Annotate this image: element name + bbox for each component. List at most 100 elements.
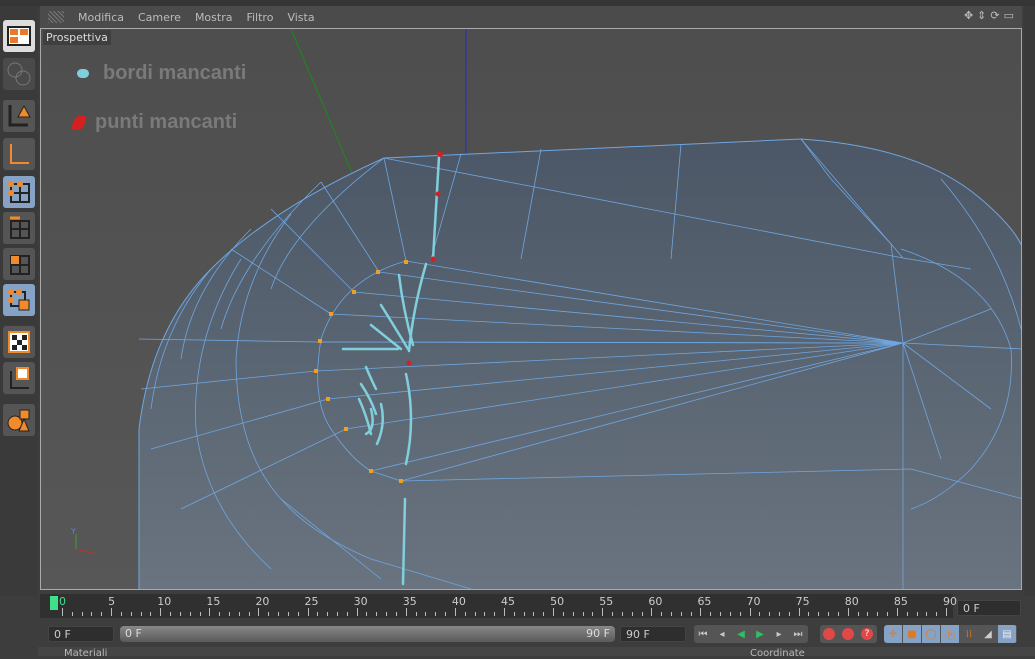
polygons-mode-icon[interactable] bbox=[3, 248, 35, 280]
end-frame-field[interactable]: 90 F bbox=[620, 626, 686, 642]
axis-mode-icon[interactable] bbox=[3, 138, 35, 170]
svg-text:Y: Y bbox=[70, 527, 76, 536]
timeline-tick-label: 70 bbox=[746, 595, 761, 608]
timeline-tick bbox=[906, 612, 908, 616]
timeline-tick-label: 0 bbox=[59, 595, 66, 608]
animation-options-icon[interactable]: ◢ bbox=[979, 625, 998, 643]
timeline-tick bbox=[543, 612, 545, 616]
legend-label: punti mancanti bbox=[95, 111, 238, 133]
timeline-tick bbox=[887, 612, 889, 616]
uv-points-mode-icon[interactable] bbox=[3, 284, 35, 316]
current-frame-field[interactable]: 0 F bbox=[957, 600, 1021, 616]
menu-camere[interactable]: Camere bbox=[138, 11, 181, 24]
timeline-tick bbox=[680, 612, 682, 616]
points-mode-icon[interactable] bbox=[3, 176, 35, 208]
maximize-view-icon[interactable]: ▭ bbox=[1004, 9, 1014, 22]
keyframe-selection-icon[interactable]: ? bbox=[858, 625, 877, 643]
timeline-tick bbox=[278, 612, 280, 616]
edges-mode-icon[interactable] bbox=[3, 212, 35, 244]
timeline-tick bbox=[425, 612, 427, 616]
timeline-tick-label: 75 bbox=[795, 595, 810, 608]
texture-axis-mode-icon[interactable] bbox=[3, 362, 35, 394]
timeline-tick-label: 80 bbox=[844, 595, 859, 608]
menu-mostra[interactable]: Mostra bbox=[195, 11, 233, 24]
perspective-viewport[interactable]: Y Prospettiva bordi mancanti punti manca… bbox=[40, 28, 1022, 590]
timeline-tick bbox=[562, 612, 564, 616]
timeline-tick bbox=[199, 612, 201, 616]
timeline-ruler[interactable]: 0 5 10 15 20 25 30 35 40 45 50 55 60 65 70 75 80 85 90 bbox=[40, 594, 957, 618]
scheme-icon[interactable]: ▤ bbox=[998, 625, 1017, 643]
start-frame-field[interactable]: 0 F bbox=[48, 626, 114, 642]
timeline-tick-label: 5 bbox=[108, 595, 116, 608]
timeline-tick bbox=[828, 612, 830, 616]
frame-range-slider[interactable]: 0 F 90 F bbox=[120, 626, 615, 642]
timeline-tick bbox=[356, 608, 358, 616]
parameter-key-icon[interactable]: Ⓟ bbox=[941, 625, 960, 643]
timeline-tick bbox=[71, 612, 73, 616]
object-mode-icon[interactable] bbox=[3, 100, 35, 132]
timeline-tick-label: 15 bbox=[206, 595, 221, 608]
timeline-tick bbox=[405, 608, 407, 616]
record-key-icon[interactable] bbox=[820, 625, 839, 643]
range-end: 90 F bbox=[586, 627, 610, 640]
timeline-tick bbox=[641, 612, 643, 616]
timeline-tick bbox=[651, 608, 653, 616]
move-view-icon[interactable]: ✥ bbox=[964, 9, 973, 22]
timeline-tick bbox=[533, 612, 535, 616]
timeline-tick bbox=[769, 612, 771, 616]
timeline-tick bbox=[474, 612, 476, 616]
timeline-tick bbox=[946, 608, 947, 616]
materials-panel-title[interactable]: Materiali bbox=[64, 648, 107, 659]
layout-icon[interactable] bbox=[3, 20, 35, 52]
go-to-start-icon[interactable]: ⏮ bbox=[694, 625, 713, 643]
timeline-tick bbox=[386, 612, 388, 616]
timeline-tick-label: 45 bbox=[501, 595, 515, 608]
play-forward-icon[interactable]: ▶ bbox=[751, 625, 770, 643]
grip-handle[interactable] bbox=[48, 11, 64, 23]
timeline-tick bbox=[553, 608, 555, 616]
timeline-tick bbox=[857, 612, 859, 616]
zoom-view-icon[interactable]: ⇕ bbox=[977, 9, 986, 22]
rotation-key-icon[interactable]: ◯ bbox=[922, 625, 941, 643]
texture-mode-icon[interactable] bbox=[3, 326, 35, 358]
range-start: 0 F bbox=[125, 627, 142, 640]
missing-edge-swatch-icon bbox=[77, 69, 89, 78]
timeline-tick bbox=[720, 612, 722, 616]
play-backward-icon[interactable]: ◀ bbox=[732, 625, 751, 643]
coordinates-panel-title[interactable]: Coordinate bbox=[750, 648, 805, 659]
next-key-icon[interactable]: ▸ bbox=[770, 625, 789, 643]
point-level-icon[interactable]: ⁞⁞ bbox=[960, 625, 979, 643]
timeline-tick bbox=[120, 612, 122, 616]
menu-modifica[interactable]: Modifica bbox=[78, 11, 124, 24]
timeline-tick bbox=[759, 612, 761, 616]
timeline-tick bbox=[749, 608, 751, 616]
timeline-tick bbox=[690, 612, 692, 616]
rotate-view-icon[interactable]: ⟳ bbox=[990, 9, 999, 22]
timeline-tick-label: 35 bbox=[402, 595, 417, 608]
position-key-icon[interactable]: ✛ bbox=[884, 625, 903, 643]
timeline-tick bbox=[327, 612, 329, 616]
timeline-tick bbox=[523, 612, 525, 616]
previous-key-icon[interactable]: ◂ bbox=[713, 625, 732, 643]
primitives-icon[interactable] bbox=[3, 404, 35, 436]
timeline-tick bbox=[592, 612, 594, 616]
menu-filtro[interactable]: Filtro bbox=[246, 11, 273, 24]
timeline-tick bbox=[700, 608, 702, 616]
bottom-panels: Materiali Coordinate bbox=[38, 647, 1035, 659]
timeline-tick bbox=[287, 612, 289, 616]
playhead[interactable] bbox=[50, 596, 58, 610]
timeline-tick bbox=[317, 612, 319, 616]
menu-vista[interactable]: Vista bbox=[287, 11, 314, 24]
timeline-tick bbox=[346, 612, 348, 616]
timeline-tick bbox=[464, 612, 466, 616]
timeline-tick bbox=[631, 612, 633, 616]
model-mode-icon[interactable] bbox=[3, 58, 35, 90]
go-to-end-icon[interactable]: ⏭ bbox=[789, 625, 808, 643]
timeline-tick bbox=[101, 612, 103, 616]
timeline-tick bbox=[445, 612, 447, 616]
scale-key-icon[interactable]: ■ bbox=[903, 625, 922, 643]
timeline-tick-label: 50 bbox=[550, 595, 565, 608]
timeline-tick bbox=[228, 612, 230, 616]
auto-key-icon[interactable] bbox=[839, 625, 858, 643]
timeline-tick bbox=[867, 612, 869, 616]
